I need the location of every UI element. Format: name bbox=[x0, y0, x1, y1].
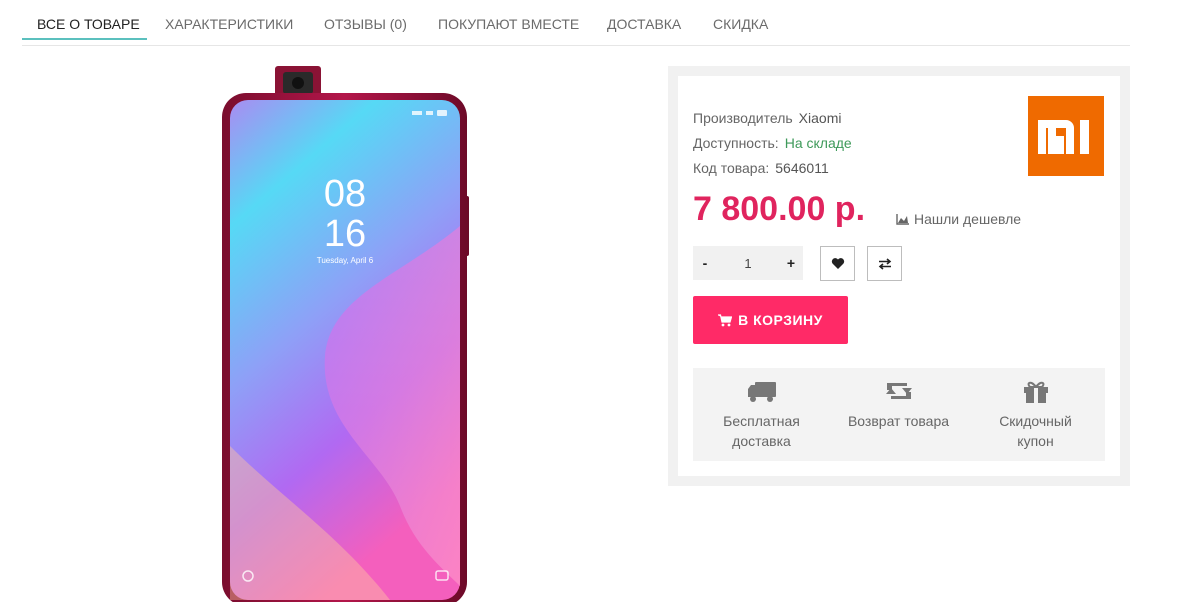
tab-reviews[interactable]: ОТЗЫВЫ (0) bbox=[324, 0, 407, 46]
manufacturer-label: Производитель bbox=[693, 110, 793, 126]
benefit-free-delivery-line2: доставка bbox=[732, 433, 791, 449]
clock-date: Tuesday, April 6 bbox=[317, 256, 374, 265]
benefit-return: Возврат товара bbox=[830, 368, 967, 461]
quantity-decrease-button[interactable]: - bbox=[693, 246, 717, 280]
benefit-free-delivery-line1: Бесплатная bbox=[723, 413, 800, 429]
product-info-card: Производитель Xiaomi Доступность: На склад… bbox=[678, 76, 1120, 476]
tab-characteristics[interactable]: ХАРАКТЕРИСТИКИ bbox=[165, 0, 293, 46]
active-tab-underline bbox=[22, 38, 147, 40]
product-code-row: Код товара: 5646011 bbox=[693, 160, 829, 176]
return-icon bbox=[883, 380, 915, 407]
benefit-discount-coupon-line2: купон bbox=[1017, 433, 1054, 449]
clock-minutes: 16 bbox=[324, 213, 366, 255]
manufacturer-value[interactable]: Xiaomi bbox=[799, 110, 842, 126]
tab-delivery[interactable]: ДОСТАВКА bbox=[607, 0, 681, 46]
product-code-value: 5646011 bbox=[775, 160, 829, 176]
cart-icon bbox=[718, 313, 733, 326]
quantity-increase-button[interactable]: + bbox=[779, 246, 803, 280]
wishlist-button[interactable] bbox=[820, 246, 855, 281]
compare-button[interactable] bbox=[867, 246, 902, 281]
benefit-return-line1: Возврат товара bbox=[847, 413, 950, 429]
product-code-label: Код товара: bbox=[693, 160, 770, 176]
area-chart-icon bbox=[896, 214, 909, 225]
gift-icon bbox=[1022, 380, 1050, 409]
found-cheaper-label: Нашли дешевле bbox=[914, 211, 1022, 227]
availability-value: На складе bbox=[784, 135, 852, 151]
add-to-cart-button[interactable]: В КОРЗИНУ bbox=[693, 296, 848, 344]
product-tabs: ВСЕ О ТОВАРЕ ХАРАКТЕРИСТИКИ ОТЗЫВЫ (0) П… bbox=[22, 0, 1130, 46]
product-info-panel: Производитель Xiaomi Доступность: На склад… bbox=[668, 66, 1130, 486]
product-price: 7 800.00 р. bbox=[693, 190, 866, 228]
truck-icon bbox=[747, 380, 777, 409]
benefits-strip: Бесплатная доставка Возврат товара Скидо… bbox=[693, 368, 1105, 461]
availability-label: Доступность: bbox=[693, 135, 779, 151]
add-to-cart-label: В КОРЗИНУ bbox=[738, 312, 823, 328]
availability-row: Доступность: На складе bbox=[693, 135, 852, 151]
phone-illustration: 08 16 Tuesday, April 6 bbox=[222, 66, 469, 602]
compare-arrows-icon bbox=[878, 257, 891, 270]
tab-bought-together[interactable]: ПОКУПАЮТ ВМЕСТЕ bbox=[438, 0, 579, 46]
mi-logo-icon bbox=[1038, 120, 1089, 154]
clock-hours: 08 bbox=[324, 173, 366, 215]
found-cheaper-link[interactable]: Нашли дешевле bbox=[896, 211, 1021, 227]
manufacturer-row: Производитель Xiaomi bbox=[693, 110, 841, 126]
benefit-discount-coupon: Скидочный купон bbox=[967, 368, 1104, 461]
heart-icon bbox=[831, 258, 844, 269]
quantity-stepper: - + bbox=[693, 246, 803, 280]
quantity-input[interactable] bbox=[717, 246, 779, 280]
product-image[interactable]: 08 16 Tuesday, April 6 bbox=[190, 66, 480, 602]
brand-logo[interactable] bbox=[1028, 96, 1104, 176]
tab-discount[interactable]: СКИДКА bbox=[713, 0, 768, 46]
benefit-discount-coupon-line1: Скидочный bbox=[999, 413, 1072, 429]
benefit-free-delivery: Бесплатная доставка bbox=[693, 368, 830, 461]
